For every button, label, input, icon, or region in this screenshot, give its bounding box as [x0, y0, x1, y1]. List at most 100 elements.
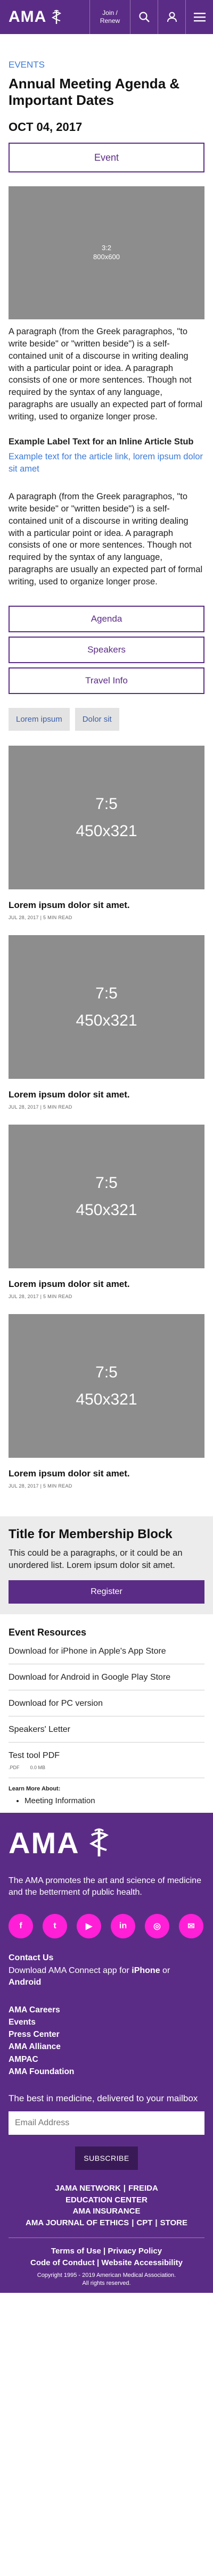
footer-link-ampac[interactable]: AMPAC — [9, 2053, 204, 2066]
menu-button[interactable] — [185, 0, 213, 34]
iphone-link[interactable]: iPhone — [132, 1966, 160, 1975]
search-icon — [138, 12, 150, 22]
ama-insurance-link[interactable]: AMA INSURANCE — [9, 2206, 204, 2217]
app-prefix: Download AMA Connect app for — [9, 1966, 132, 1975]
article-meta: JUL 28, 2017 | 5 MIN READ — [9, 915, 72, 921]
tag-item[interactable]: Lorem ipsum — [9, 708, 70, 731]
footer-link-foundation[interactable]: AMA Foundation — [9, 2066, 204, 2078]
file-type: .PDF — [9, 1764, 20, 1770]
privacy-link[interactable]: Privacy Policy — [108, 2247, 162, 2256]
staff-logo-icon — [89, 1828, 109, 1857]
twitter-icon[interactable]: t — [43, 1913, 67, 1938]
event-content: EVENTS Annual Meeting Agenda & Important… — [0, 60, 213, 1489]
logo-text: AMA — [9, 8, 47, 26]
app-or: or — [160, 1966, 170, 1975]
jama-network-link[interactable]: JAMA NETWORK — [55, 2184, 121, 2193]
article-meta: JUL 28, 2017 | 5 MIN READ — [9, 1483, 72, 1489]
renew-label: Renew — [100, 17, 120, 24]
terms-link[interactable]: Terms of Use — [51, 2247, 101, 2256]
email-icon[interactable]: ✉ — [179, 1913, 203, 1938]
copyright-line: Copyright 1995 - 2019 American Medical A… — [37, 2272, 176, 2278]
instagram-icon[interactable]: ◎ — [145, 1913, 169, 1938]
site-footer: AMA The AMA promotes the art and science… — [0, 1812, 213, 2293]
file-title: Test tool PDF — [9, 1751, 60, 1760]
brand-row: AMA JOURNAL OF ETHICS | CPT | STORE — [9, 2217, 204, 2229]
youtube-icon[interactable]: ▶ — [77, 1913, 101, 1938]
journal-of-ethics-link[interactable]: AMA JOURNAL OF ETHICS — [26, 2218, 129, 2227]
learn-more: Learn More About: Meeting Information — [0, 1778, 213, 1805]
file-size: 0.0 MB — [30, 1764, 46, 1770]
user-icon — [167, 12, 177, 22]
hero-image-placeholder: 3:2 800x600 — [9, 186, 204, 320]
speakers-button[interactable]: Speakers — [9, 637, 204, 664]
footer-link-alliance[interactable]: AMA Alliance — [9, 2041, 204, 2053]
article-stub-link[interactable]: Example text for the article link, lorem… — [9, 451, 204, 475]
travel-info-button[interactable]: Travel Info — [9, 667, 204, 695]
resource-link[interactable]: Download for PC version — [9, 1690, 204, 1716]
email-field[interactable] — [9, 2111, 204, 2135]
legal-links: Terms of Use | Privacy Policy Code of Co… — [9, 2237, 204, 2269]
newsletter-prompt: The best in medicine, delivered to your … — [9, 2093, 198, 2104]
cpt-link[interactable]: CPT — [136, 2218, 152, 2227]
article-card[interactable]: 7:5 450x321 Lorem ipsum dolor sit amet. … — [9, 1314, 204, 1489]
article-card[interactable]: 7:5 450x321 Lorem ipsum dolor sit amet. … — [9, 935, 204, 1110]
event-resources: Event Resources Download for iPhone in A… — [0, 1627, 213, 1778]
tag-list: Lorem ipsum Dolor sit — [9, 708, 204, 731]
store-link[interactable]: STORE — [160, 2218, 187, 2227]
tag-item[interactable]: Dolor sit — [75, 708, 119, 731]
category-eyebrow[interactable]: EVENTS — [9, 60, 204, 70]
event-button[interactable]: Event — [9, 143, 204, 173]
footer-link-careers[interactable]: AMA Careers — [9, 2004, 204, 2016]
article-title[interactable]: Lorem ipsum dolor sit amet. — [9, 1468, 204, 1479]
article-card[interactable]: 7:5 450x321 Lorem ipsum dolor sit amet. … — [9, 1125, 204, 1299]
legal-row: Terms of Use | Privacy Policy — [9, 2245, 204, 2258]
article-title[interactable]: Lorem ipsum dolor sit amet. — [9, 1089, 204, 1100]
resources-heading: Event Resources — [9, 1626, 87, 1638]
article-image-size: 450x321 — [76, 822, 137, 840]
article-image-ratio: 7:5 — [95, 985, 118, 1003]
join-label: Join / — [102, 9, 118, 16]
social-links: f t ▶ in ◎ ✉ — [9, 1913, 204, 1938]
resource-link[interactable]: Download for Android in Google Play Stor… — [9, 1664, 204, 1690]
resource-link[interactable]: Download for iPhone in Apple's App Store — [9, 1638, 204, 1664]
linkedin-icon[interactable]: in — [111, 1913, 135, 1938]
footer-link-press[interactable]: Press Center — [9, 2028, 204, 2041]
footer-logo[interactable]: AMA — [9, 1826, 204, 1860]
page-title: Annual Meeting Agenda & Important Dates — [9, 76, 180, 109]
brand-row: JAMA NETWORK | FREIDA — [9, 2183, 204, 2194]
article-image-size: 450x321 — [76, 1391, 137, 1409]
code-of-conduct-link[interactable]: Code of Conduct — [30, 2258, 95, 2267]
join-renew-button[interactable]: Join / Renew — [89, 0, 130, 34]
accessibility-link[interactable]: Website Accessibility — [101, 2258, 183, 2267]
education-center-link[interactable]: EDUCATION CENTER — [9, 2194, 204, 2206]
ama-logo[interactable]: AMA — [9, 8, 64, 26]
facebook-icon[interactable]: f — [9, 1913, 33, 1938]
body-paragraph: A paragraph (from the Greek paragraphos,… — [9, 492, 203, 587]
file-meta: .PDF 0.0 MB — [9, 1765, 204, 1770]
learn-more-item[interactable]: Meeting Information — [24, 1796, 204, 1805]
footer-link-events[interactable]: Events — [9, 2016, 204, 2028]
brand-links: JAMA NETWORK | FREIDA EDUCATION CENTER AMA… — [9, 2183, 204, 2229]
android-link[interactable]: Android — [9, 1978, 41, 1987]
article-meta: JUL 28, 2017 | 5 MIN READ — [9, 1104, 72, 1110]
freida-link[interactable]: FREIDA — [128, 2184, 158, 2193]
article-image-ratio: 7:5 — [95, 795, 118, 813]
article-card[interactable]: 7:5 450x321 Lorem ipsum dolor sit amet. … — [9, 746, 204, 920]
article-title[interactable]: Lorem ipsum dolor sit amet. — [9, 1279, 204, 1290]
resource-file[interactable]: Test tool PDF .PDF 0.0 MB — [9, 1743, 204, 1778]
agenda-button[interactable]: Agenda — [9, 606, 204, 633]
article-image-placeholder: 7:5 450x321 — [9, 935, 204, 1079]
legal-row: Code of Conduct | Website Accessibility — [9, 2257, 204, 2269]
register-button[interactable]: Register — [9, 1580, 204, 1604]
article-title[interactable]: Lorem ipsum dolor sit amet. — [9, 900, 204, 911]
account-button[interactable] — [158, 0, 185, 34]
resource-link[interactable]: Speakers' Letter — [9, 1716, 204, 1743]
page: AMA Join / Renew EVENTS Annual Meeting A… — [0, 0, 213, 2293]
article-image-placeholder: 7:5 450x321 — [9, 1125, 204, 1269]
staff-logo-icon — [52, 10, 62, 24]
search-button[interactable] — [130, 0, 158, 34]
subscribe-button[interactable]: SUBSCRIBE — [75, 2146, 138, 2170]
app-download-text: Download AMA Connect app for iPhone or A… — [9, 1965, 204, 1989]
contact-us-link[interactable]: Contact Us — [9, 1953, 204, 1963]
article-image-placeholder: 7:5 450x321 — [9, 1314, 204, 1458]
